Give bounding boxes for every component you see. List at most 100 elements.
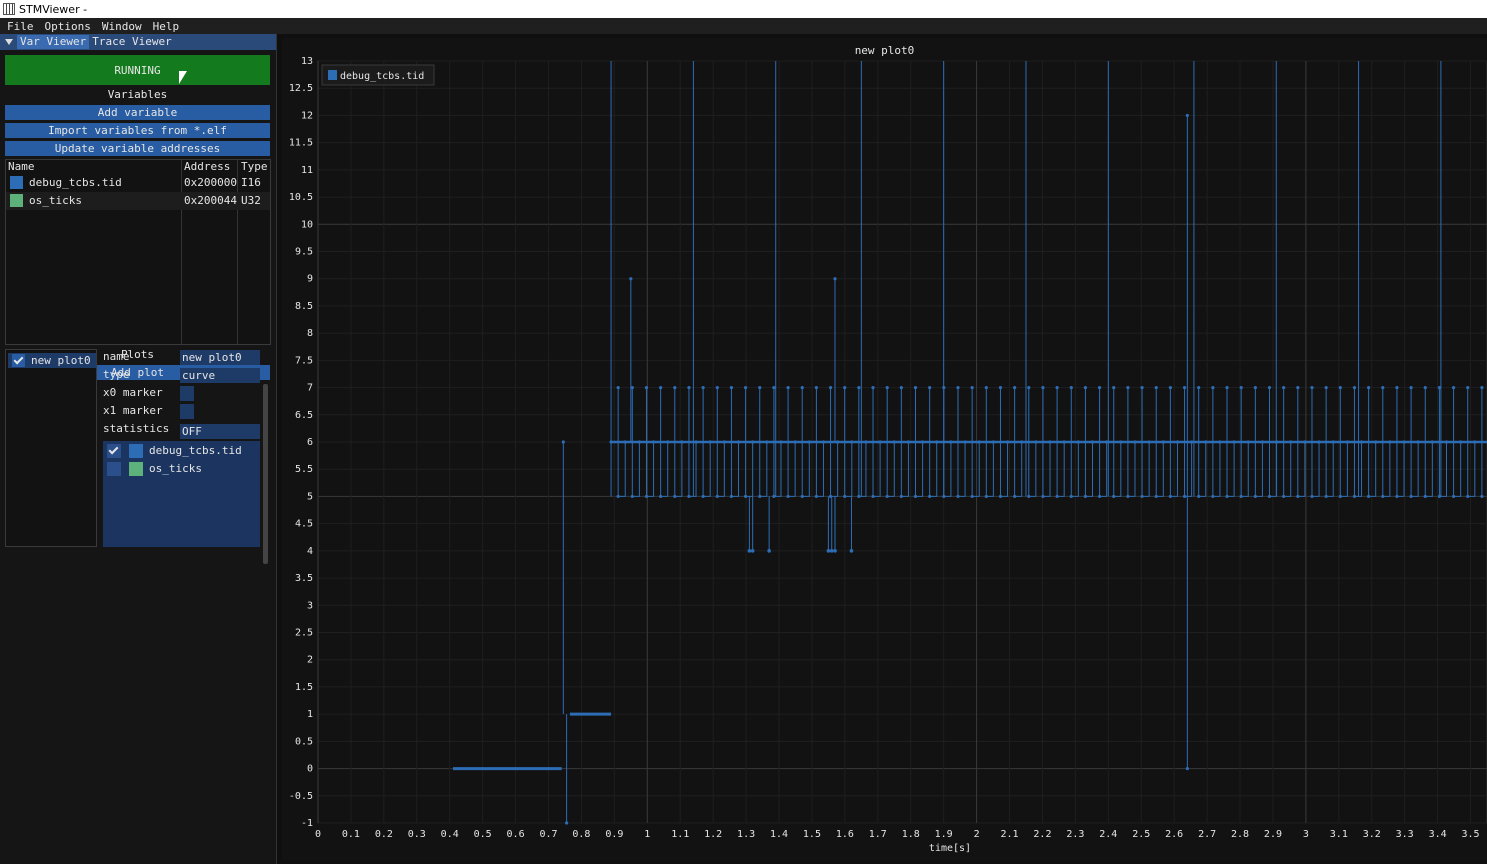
tab-var-viewer[interactable]: Var Viewer [17, 35, 90, 49]
plot-properties: name new plot0 type curve x0 marker x1 m… [102, 349, 262, 547]
column-header-address[interactable]: Address [184, 160, 230, 174]
import-variables-button[interactable]: Import variables from *.elf [5, 123, 270, 138]
checkbox-checked-icon[interactable] [12, 354, 25, 367]
menu-file[interactable]: File [3, 20, 38, 33]
data-point [687, 494, 691, 499]
data-point [1083, 385, 1088, 390]
plot-list-item[interactable]: new plot0 [8, 353, 96, 368]
data-point [772, 494, 776, 499]
color-swatch[interactable] [10, 176, 23, 189]
data-point [913, 494, 918, 499]
variable-name: os_ticks [29, 194, 82, 207]
run-button[interactable]: RUNNING [5, 55, 270, 85]
data-point [1168, 494, 1172, 499]
data-point [1239, 494, 1243, 499]
y-tick-label: 2 [307, 655, 313, 666]
x1-marker-checkbox[interactable] [180, 404, 194, 419]
data-point [1140, 385, 1144, 390]
plot-item-label: new plot0 [31, 354, 91, 367]
data-point [928, 494, 932, 499]
data-point [984, 494, 988, 499]
x-axis-ticks: 0 0.1 0.2 0.3 0.4 0.5 0.6 0.7 0.8 0.9 1 1.1 1.2 1.3 1.… [315, 829, 1480, 840]
y-tick-label: 8 [307, 328, 313, 339]
data-point [814, 385, 818, 390]
data-point [673, 385, 677, 390]
menu-help[interactable]: Help [149, 20, 184, 33]
prop-x0-label: x0 marker [103, 386, 163, 399]
data-point [750, 549, 755, 553]
table-row[interactable]: os_ticks 0x200044 U32 [6, 192, 270, 210]
data-point [715, 494, 719, 499]
x-tick-label: 1.3 [737, 829, 755, 840]
statistics-select[interactable]: OFF [180, 424, 260, 439]
data-point [1225, 494, 1229, 499]
data-point [899, 385, 903, 390]
menu-options[interactable]: Options [41, 20, 95, 33]
data-point [1211, 494, 1215, 499]
data-point [1324, 385, 1328, 390]
series-label: os_ticks [149, 462, 202, 475]
collapse-triangle-icon[interactable] [5, 39, 13, 45]
data-point [772, 385, 776, 390]
y-tick-label: 0.5 [295, 736, 313, 747]
x0-marker-checkbox[interactable] [180, 386, 194, 401]
data-point [1451, 494, 1456, 499]
x-tick-label: 1.9 [935, 829, 953, 840]
plot-panel[interactable]: new plot0 -1 -0.5 0 0.5 1 1.5 2 2.5 3 3.5 4 4.5 5 5.5… [282, 38, 1487, 860]
add-variable-button[interactable]: Add variable [5, 105, 270, 120]
data-point [800, 385, 804, 390]
series-color-swatch[interactable] [129, 462, 143, 476]
window-title: STMViewer - [19, 2, 88, 16]
scrollbar[interactable] [263, 384, 268, 564]
variables-title: Variables [107, 88, 168, 101]
y-tick-label: 10 [301, 219, 313, 230]
x-tick-label: 3.4 [1429, 829, 1447, 840]
y-tick-label: 6.5 [295, 410, 313, 421]
x-tick-label: 2 [974, 829, 980, 840]
data-point [857, 385, 861, 390]
data-point [1367, 385, 1371, 390]
y-tick-label: 12.5 [289, 83, 313, 94]
data-point [1296, 385, 1300, 390]
series-checkbox[interactable] [107, 444, 121, 458]
x-tick-label: 0.7 [539, 829, 557, 840]
series-checkbox[interactable] [107, 462, 121, 476]
data-point [673, 494, 677, 499]
data-point [701, 385, 705, 390]
data-point [1466, 494, 1470, 499]
data-point [1324, 494, 1328, 499]
y-tick-label: 13 [301, 56, 313, 67]
data-point [758, 494, 762, 499]
x-tick-label: 2.6 [1165, 829, 1183, 840]
data-point [1197, 385, 1201, 390]
data-point [1182, 385, 1187, 390]
data-point [885, 385, 889, 390]
y-tick-label: 1 [307, 709, 313, 720]
data-point [1013, 494, 1017, 499]
data-point [998, 385, 1003, 390]
tab-trace-viewer[interactable]: Trace Viewer [89, 35, 174, 49]
prop-type-label: type [103, 368, 130, 381]
color-swatch[interactable] [10, 194, 23, 207]
update-addresses-button[interactable]: Update variable addresses [5, 141, 270, 156]
data-point [1409, 494, 1413, 499]
data-point [743, 385, 748, 390]
legend-label: debug_tcbs.tid [340, 71, 424, 82]
data-point [767, 549, 771, 553]
data-point [1395, 385, 1399, 390]
column-header-type[interactable]: Type [241, 160, 268, 174]
data-point [747, 549, 752, 553]
column-header-name[interactable]: Name [8, 160, 35, 174]
table-row[interactable]: debug_tcbs.tid 0x200000 I16 [6, 174, 270, 192]
plot-type-select[interactable]: curve [180, 368, 260, 383]
data-point [1466, 385, 1470, 390]
x-tick-label: 3.2 [1363, 829, 1381, 840]
chart-canvas[interactable]: -1-0.500.511.522.533.544.555.566.577.588… [282, 38, 1487, 860]
plot-name-input[interactable]: new plot0 [180, 350, 260, 365]
data-point [644, 494, 649, 499]
series-color-swatch[interactable] [129, 444, 143, 458]
data-point [871, 385, 875, 390]
data-point [1097, 494, 1102, 499]
menu-window[interactable]: Window [98, 20, 146, 33]
mouse-cursor-icon [179, 71, 187, 84]
